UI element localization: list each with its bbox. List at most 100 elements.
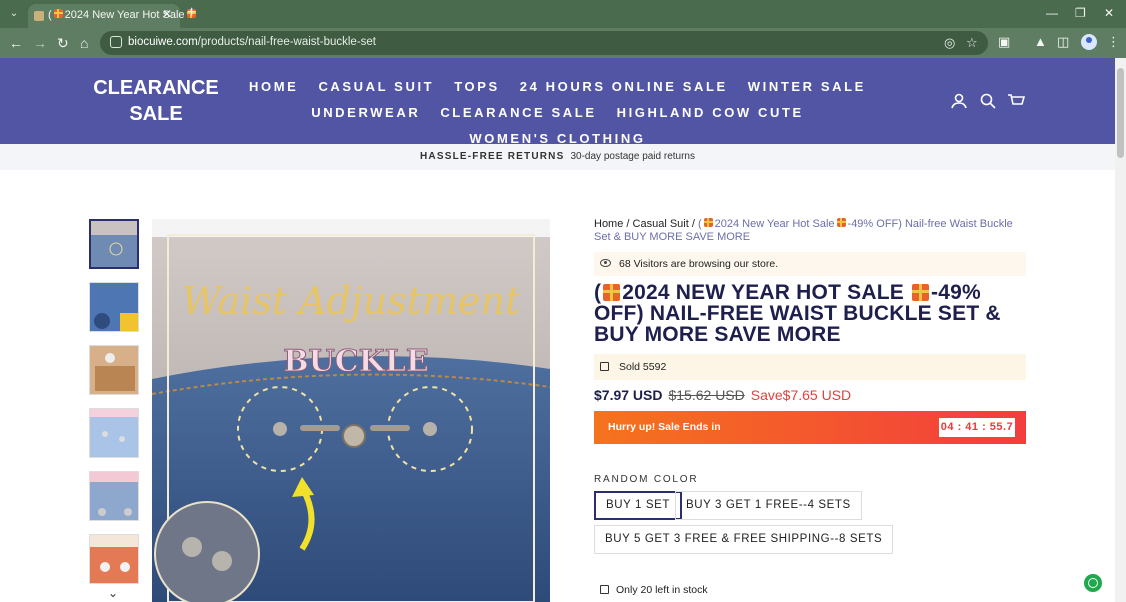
price-savings: Save$7.65 USD: [750, 387, 852, 403]
product-photo: Waist Adjustment BUCKLE: [152, 219, 550, 602]
visitors-notice: 68 Visitors are browsing our store.: [594, 252, 1026, 276]
reload-icon[interactable]: ↻: [57, 34, 69, 52]
main-nav: HOME CASUAL SUIT TOPS 24 HOURS ONLINE SA…: [230, 78, 885, 148]
variant-buy-5-get-3[interactable]: BUY 5 GET 3 FREE & FREE SHIPPING--8 SETS: [594, 525, 894, 554]
thumbnail-scroll-down-icon[interactable]: ⌄: [108, 586, 118, 600]
gift-icon: [836, 218, 846, 227]
new-tab-button[interactable]: +: [187, 4, 196, 22]
browser-toolbar: ← → ↻ ⌂ biocuiwe.com/products/nail-free-…: [0, 28, 1126, 58]
thumbnail-image: [90, 283, 138, 331]
site-header: CLEARANCE SALE HOME CASUAL SUIT TOPS 24 …: [0, 58, 1115, 146]
sold-count: Sold 5592: [594, 354, 1026, 380]
more-menu-icon[interactable]: ⋮: [1107, 34, 1120, 50]
price-current: $7.97 USD: [594, 387, 663, 403]
site-info-icon[interactable]: [110, 36, 122, 48]
variant-buy-3-get-1[interactable]: BUY 3 GET 1 FREE--4 SETS: [675, 491, 862, 520]
cart-icon[interactable]: [1007, 92, 1025, 110]
tab-close-icon[interactable]: ✕: [162, 7, 172, 21]
visitors-text: 68 Visitors are browsing our store.: [619, 258, 779, 270]
extensions-icon[interactable]: ▣: [998, 34, 1010, 50]
chat-button-icon[interactable]: [1084, 574, 1102, 592]
thumbnail-5[interactable]: [89, 471, 139, 521]
logo-line-1: CLEARANCE: [93, 77, 219, 99]
thumbnail-image: [90, 409, 138, 457]
announcement-text: 30-day postage paid returns: [570, 151, 695, 162]
url-host: biocuiwe.com: [128, 36, 198, 48]
back-arrow-icon[interactable]: ←: [9, 34, 23, 52]
tab-title: (2024 New Year Hot Sale: [48, 9, 198, 21]
minimize-icon[interactable]: —: [1046, 6, 1058, 20]
breadcrumb-separator: /: [691, 218, 695, 230]
logo-line-2: SALE: [129, 103, 183, 125]
nav-highland-cow-cute[interactable]: HIGHLAND COW CUTE: [617, 104, 804, 122]
eye-off-icon[interactable]: ◎: [944, 35, 955, 51]
browser-tab[interactable]: (2024 New Year Hot Sale ✕: [28, 4, 196, 28]
url-path: /products/nail-free-waist-buckle-set: [197, 36, 376, 48]
scrollbar-thumb[interactable]: [1117, 68, 1124, 158]
thumbnail-6[interactable]: [89, 534, 139, 584]
breadcrumb-current-open: (: [697, 218, 702, 230]
gift-icon: [53, 9, 63, 18]
forward-arrow-icon[interactable]: →: [33, 34, 47, 52]
shopping-bag-icon: [600, 362, 609, 371]
title-part-1: 2024 NEW YEAR HOT SALE: [622, 281, 904, 304]
tab-favicon-icon: [34, 11, 44, 21]
nav-winter-sale[interactable]: WINTER SALE: [748, 78, 866, 96]
breadcrumb-separator: /: [626, 218, 630, 230]
page-scrollbar[interactable]: [1115, 58, 1126, 602]
home-icon[interactable]: ⌂: [80, 34, 88, 52]
thumbnail-2[interactable]: [89, 282, 139, 332]
sale-countdown: Hurry up! Sale Ends in 04 : 41 : 55.7: [594, 411, 1026, 444]
side-panel-icon[interactable]: ◫: [1057, 34, 1069, 50]
option-label: RANDOM COLOR: [594, 474, 699, 485]
breadcrumb-current-text: 2024 New Year Hot Sale: [714, 218, 835, 230]
product-main-image[interactable]: Waist Adjustment BUCKLE: [152, 219, 550, 602]
site-logo[interactable]: CLEARANCE SALE: [92, 75, 220, 127]
price-original: $15.62 USD: [668, 387, 745, 403]
breadcrumb-home[interactable]: Home: [594, 218, 623, 230]
thumbnail-image: [90, 346, 138, 394]
announcement-bold: HASSLE-FREE RETURNS: [419, 151, 565, 162]
breadcrumb: Home / Casual Suit / (2024 New Year Hot …: [594, 218, 1026, 244]
eye-icon: [600, 259, 611, 267]
nav-24-hours-online-sale[interactable]: 24 HOURS ONLINE SALE: [520, 78, 728, 96]
product-info: Home / Casual Suit / (2024 New Year Hot …: [594, 218, 1026, 596]
url-text: biocuiwe.com/products/nail-free-waist-bu…: [128, 36, 376, 48]
nav-casual-suit[interactable]: CASUAL SUIT: [318, 78, 434, 96]
search-icon[interactable]: [979, 92, 997, 110]
nav-clearance-sale[interactable]: CLEARANCE SALE: [440, 104, 596, 122]
stock-notice: Only 20 left in stock: [594, 583, 708, 597]
lab-flask-icon[interactable]: ▲: [1034, 34, 1047, 49]
nav-home[interactable]: HOME: [249, 78, 298, 96]
nav-tops[interactable]: TOPS: [454, 78, 500, 96]
restore-icon[interactable]: ❐: [1075, 6, 1086, 20]
profile-avatar-icon[interactable]: [1081, 34, 1097, 50]
product-title: (2024 NEW YEAR HOT SALE -49% OFF) NAIL-F…: [594, 282, 1026, 345]
account-icon[interactable]: [950, 92, 968, 110]
bookmark-star-icon[interactable]: ☆: [966, 35, 978, 51]
gift-icon: [703, 218, 713, 227]
countdown-timer: 04 : 41 : 55.7: [939, 418, 1015, 437]
address-bar[interactable]: biocuiwe.com/products/nail-free-waist-bu…: [100, 31, 988, 55]
announcement-bar: HASSLE-FREE RETURNS 30-day postage paid r…: [0, 144, 1115, 170]
hero-subtitle: BUCKLE: [283, 344, 428, 379]
tab-search-chevron-icon[interactable]: ⌄: [6, 6, 22, 22]
close-window-icon[interactable]: ✕: [1104, 6, 1114, 20]
browser-tab-bar: ⌄ (2024 New Year Hot Sale ✕ + — ❐ ✕: [0, 0, 1126, 28]
price-row: $7.97 USD $15.62 USD Save$7.65 USD: [594, 386, 851, 404]
shopping-bag-icon: [600, 585, 609, 594]
sold-text: Sold 5592: [619, 361, 667, 373]
variant-buy-1-set[interactable]: BUY 1 SET: [594, 491, 682, 520]
thumbnail-image: [90, 535, 138, 583]
countdown-label: Hurry up! Sale Ends in: [608, 421, 721, 433]
stock-text: Only 20 left in stock: [616, 584, 708, 596]
thumbnail-image: [91, 221, 137, 267]
title-open-paren: (: [594, 281, 602, 304]
thumbnail-3[interactable]: [89, 345, 139, 395]
gift-icon: [603, 284, 621, 301]
nav-underwear[interactable]: UNDERWEAR: [311, 104, 420, 122]
hero-title: Waist Adjustment: [182, 279, 521, 323]
thumbnail-4[interactable]: [89, 408, 139, 458]
breadcrumb-category[interactable]: Casual Suit: [633, 218, 689, 230]
thumbnail-1[interactable]: [89, 219, 139, 269]
